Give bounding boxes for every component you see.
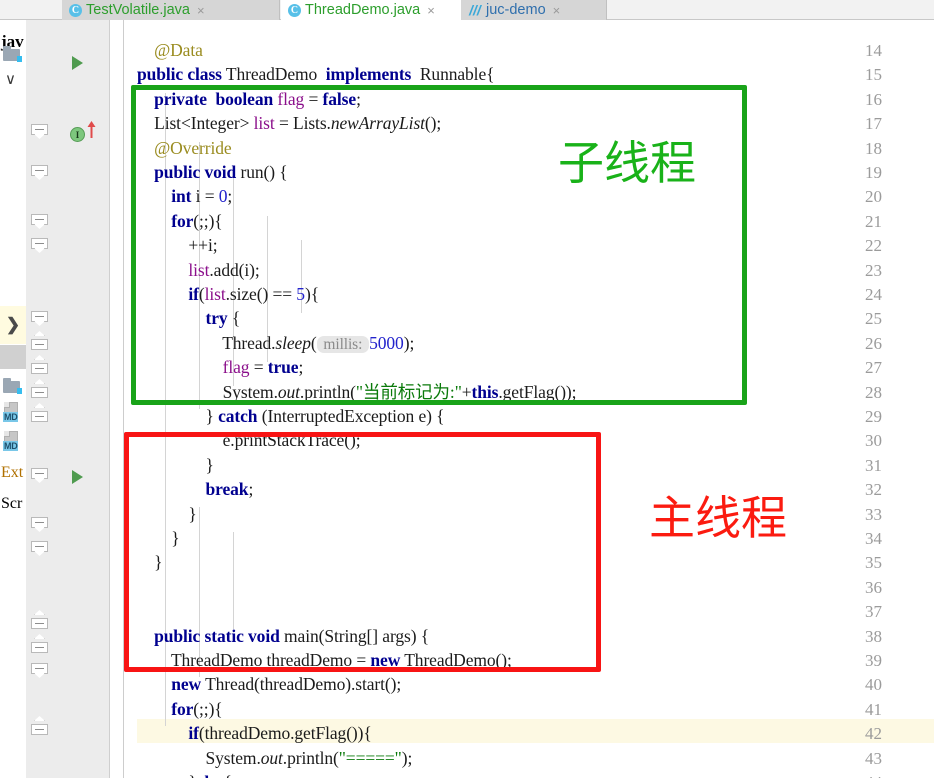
fold-widget[interactable] xyxy=(31,311,48,326)
code-line[interactable]: public class ThreadDemo implements Runna… xyxy=(137,62,934,86)
code-line[interactable] xyxy=(137,599,934,623)
fold-widget[interactable] xyxy=(31,124,48,139)
fold-widget-end[interactable] xyxy=(31,610,48,629)
close-icon[interactable]: × xyxy=(197,4,205,17)
folder-icon[interactable] xyxy=(3,46,22,62)
fold-widget-end[interactable] xyxy=(31,403,48,422)
fold-widget-end[interactable] xyxy=(31,355,48,374)
code-line[interactable]: List<Integer> list = Lists.newArrayList(… xyxy=(137,111,934,135)
java-class-icon: C xyxy=(288,3,301,17)
tab-juc-demo[interactable]: /// juc-demo × xyxy=(461,0,607,20)
override-arrow-icon[interactable] xyxy=(87,121,96,138)
fold-widget-end[interactable] xyxy=(31,379,48,398)
code-line[interactable]: new Thread(threadDemo).start(); xyxy=(137,672,934,696)
java-class-icon: C xyxy=(69,3,82,17)
fold-widget[interactable] xyxy=(31,541,48,556)
md-badge: MD xyxy=(3,441,19,451)
fold-widget-end[interactable] xyxy=(31,331,48,350)
external-libraries-label[interactable]: Ext xyxy=(1,464,23,482)
code-line[interactable]: } xyxy=(137,453,934,477)
ide-window: C TestVolatile.java × C ThreadDemo.java … xyxy=(0,0,934,778)
editor-tab-bar: C TestVolatile.java × C ThreadDemo.java … xyxy=(0,0,934,20)
code-line[interactable]: } xyxy=(137,526,934,550)
chevron-down-icon[interactable]: ∨ xyxy=(5,70,16,88)
code-line[interactable]: if(list.size() == 5){ xyxy=(137,282,934,306)
fold-widget[interactable] xyxy=(31,517,48,532)
code-text-area[interactable]: @Data public class ThreadDemo implements … xyxy=(137,20,934,778)
code-line[interactable]: int i = 0; xyxy=(137,184,934,208)
close-icon[interactable]: × xyxy=(553,4,561,17)
child-thread-label: 子线程 xyxy=(558,136,696,190)
code-line[interactable]: if(threadDemo.getFlag()){ xyxy=(137,721,934,745)
markdown-file-icon[interactable]: MD xyxy=(3,431,23,452)
folder-icon[interactable] xyxy=(3,378,22,394)
selected-row-band[interactable] xyxy=(0,345,26,369)
main-thread-label: 主线程 xyxy=(649,491,787,545)
code-line[interactable]: flag = true; xyxy=(137,355,934,379)
md-badge: MD xyxy=(3,412,19,422)
code-line[interactable]: ThreadDemo threadDemo = new ThreadDemo()… xyxy=(137,648,934,672)
code-line[interactable]: } xyxy=(137,550,934,574)
fold-widget[interactable] xyxy=(31,165,48,180)
code-editor[interactable]: 14 15 16 17 18 19 20 21 22 23 24 25 26 27 28 29 30 31 32 33… xyxy=(26,20,934,778)
code-line[interactable]: } catch (InterruptedException e) { xyxy=(137,404,934,428)
maven-module-icon: /// xyxy=(469,2,481,18)
code-line[interactable]: public void run() { xyxy=(137,160,934,184)
fold-column[interactable] xyxy=(110,20,137,778)
code-line[interactable]: public static void main(String[] args) { xyxy=(137,624,934,648)
tab-label: TestVolatile.java xyxy=(86,1,190,18)
fold-widget-end[interactable] xyxy=(31,716,48,735)
code-line[interactable]: Thread.sleep( millis: 5000); xyxy=(137,331,934,355)
code-line[interactable]: System.out.println("当前标记为:"+this.getFlag… xyxy=(137,380,934,404)
code-line[interactable]: private boolean flag = false; xyxy=(137,87,934,111)
tab-label: juc-demo xyxy=(486,1,546,18)
fold-widget[interactable] xyxy=(31,663,48,678)
fold-guide-line xyxy=(123,20,124,778)
fold-widget[interactable] xyxy=(31,468,48,483)
run-main-icon[interactable] xyxy=(72,470,83,484)
code-line[interactable]: try { xyxy=(137,306,934,330)
expand-arrow-icon[interactable]: ❯ xyxy=(0,306,26,344)
run-class-icon[interactable] xyxy=(72,56,83,70)
tab-test-volatile[interactable]: C TestVolatile.java × xyxy=(62,0,280,20)
fold-widget-end[interactable] xyxy=(31,634,48,653)
markdown-file-icon[interactable]: MD xyxy=(3,402,23,423)
code-line[interactable]: for(;;){ xyxy=(137,697,934,721)
fold-widget[interactable] xyxy=(31,238,48,253)
code-line[interactable]: @Data xyxy=(137,38,934,62)
code-line[interactable]: break; xyxy=(137,477,934,501)
code-line[interactable]: for(;;){ xyxy=(137,209,934,233)
code-line[interactable]: System.out.println("====="); xyxy=(137,746,934,770)
tab-thread-demo[interactable]: C ThreadDemo.java × xyxy=(281,0,481,20)
code-line[interactable]: ++i; xyxy=(137,233,934,257)
tab-label: ThreadDemo.java xyxy=(305,1,421,18)
code-line[interactable]: e.printStackTrace(); xyxy=(137,428,934,452)
code-line[interactable]: @Override xyxy=(137,136,934,160)
code-line[interactable] xyxy=(137,575,934,599)
code-line[interactable]: } xyxy=(137,502,934,526)
fold-widget[interactable] xyxy=(31,214,48,229)
implemented-method-badge[interactable]: I xyxy=(70,127,85,142)
code-line[interactable]: }else{ xyxy=(137,770,934,778)
scratches-label[interactable]: Scr xyxy=(1,495,22,513)
project-tool-window-clipped: jav ∨ ❯ MD MD Ext Scr xyxy=(0,20,26,778)
code-line[interactable]: list.add(i); xyxy=(137,258,934,282)
close-icon[interactable]: × xyxy=(427,4,435,17)
inline-parameter-hint: millis: xyxy=(316,335,370,353)
